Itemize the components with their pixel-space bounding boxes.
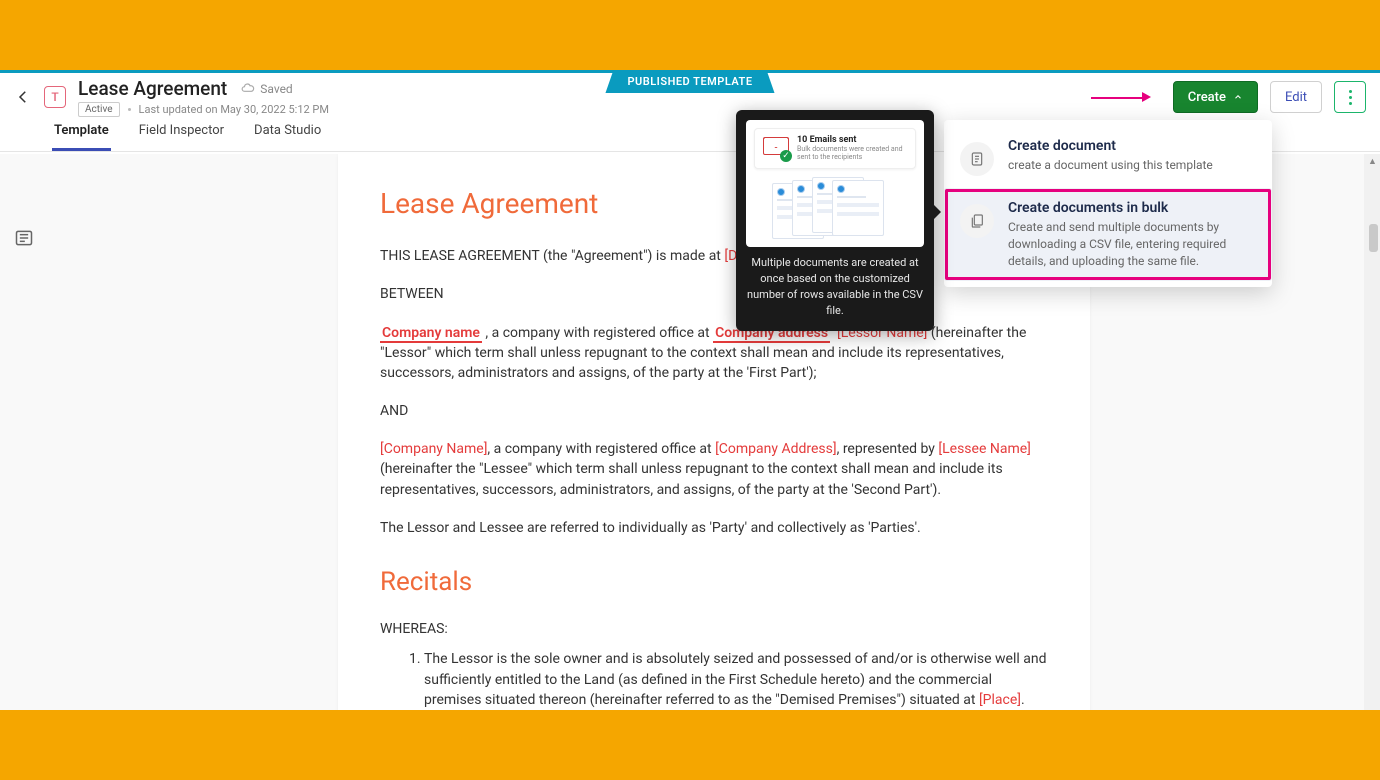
edit-button-label: Edit	[1285, 90, 1307, 105]
placeholder-lessee-name[interactable]: [Lessee Name]	[938, 441, 1030, 457]
doc-lessee-clause: [Company Name], a company with registere…	[380, 439, 1048, 499]
meta-dot	[128, 108, 131, 111]
back-arrow-icon[interactable]	[14, 88, 32, 106]
saved-indicator: Saved	[241, 82, 292, 96]
page-title: Lease Agreement	[78, 77, 227, 100]
annotation-arrow	[1091, 87, 1151, 107]
cloud-saved-icon	[241, 82, 255, 96]
tooltip-body-text: Multiple documents are created at once b…	[746, 255, 924, 319]
tooltip-emails-sent-banner: ✓ 10 Emails sent Bulk documents were cre…	[754, 128, 916, 169]
meta-row: Active Last updated on May 30, 2022 5:12…	[78, 102, 329, 117]
scroll-up-arrow-icon[interactable]: ▲	[1368, 156, 1377, 167]
menu-item-title: Create documents in bulk	[1008, 200, 1256, 216]
tab-data-studio[interactable]: Data Studio	[252, 123, 323, 151]
panel-toggle-icon[interactable]	[10, 224, 38, 252]
doc-parties-line: The Lessor and Lessee are referred to in…	[380, 518, 1048, 538]
tooltip-promo-title: 10 Emails sent	[797, 135, 907, 145]
title-block: Lease Agreement Saved Active Last update…	[78, 77, 329, 117]
create-dropdown: Create document create a document using …	[944, 120, 1272, 287]
tooltip-doc-stack-icon	[754, 177, 916, 239]
placeholder-place[interactable]: [Place]	[979, 692, 1021, 708]
menu-item-create-bulk[interactable]: Create documents in bulk Create and send…	[944, 188, 1272, 281]
menu-item-title: Create document	[1008, 138, 1213, 154]
doc-between: BETWEEN	[380, 284, 1048, 304]
doc-lessor-clause: Company name , a company with registered…	[380, 323, 1048, 383]
saved-label: Saved	[260, 82, 292, 96]
menu-item-create-document[interactable]: Create document create a document using …	[944, 126, 1272, 188]
tooltip-arrow-icon	[934, 205, 941, 219]
document-icon	[960, 142, 994, 176]
scrollbar-track[interactable]: ▲	[1364, 154, 1380, 710]
sidebar-left	[0, 154, 48, 710]
scroll-thumb[interactable]	[1369, 224, 1378, 252]
create-button-label: Create	[1188, 90, 1226, 105]
placeholder-company-name[interactable]: Company name	[380, 325, 482, 343]
last-updated: Last updated on May 30, 2022 5:12 PM	[139, 103, 329, 116]
tooltip-illustration: ✓ 10 Emails sent Bulk documents were cre…	[746, 120, 924, 247]
template-type-badge: T	[44, 86, 66, 108]
create-button[interactable]: Create	[1173, 81, 1258, 113]
edit-button[interactable]: Edit	[1270, 81, 1322, 113]
tab-field-inspector[interactable]: Field Inspector	[137, 123, 226, 151]
published-template-banner: PUBLISHED TEMPLATE	[605, 70, 774, 93]
chevron-up-icon	[1233, 92, 1243, 102]
documents-stack-icon	[960, 204, 994, 238]
doc-heading-2: Recitals	[380, 564, 1048, 601]
recital-item-1: The Lessor is the sole owner and is abso…	[424, 649, 1048, 709]
menu-item-desc: Create and send multiple documents by do…	[1008, 219, 1256, 269]
tab-template[interactable]: Template	[52, 123, 111, 151]
envelope-check-icon: ✓	[763, 137, 789, 159]
placeholder-company-address-2[interactable]: [Company Address]	[715, 441, 837, 457]
placeholder-company-name-2[interactable]: [Company Name]	[380, 441, 487, 457]
doc-whereas: WHEREAS:	[380, 619, 1048, 639]
doc-and: AND	[380, 401, 1048, 421]
bulk-create-tooltip: ✓ 10 Emails sent Bulk documents were cre…	[736, 110, 934, 331]
status-pill: Active	[78, 102, 120, 117]
more-options-button[interactable]	[1334, 81, 1366, 113]
tooltip-promo-desc: Bulk documents were created and sent to …	[797, 145, 907, 162]
menu-item-desc: create a document using this template	[1008, 157, 1213, 174]
recitals-list: The Lessor is the sole owner and is abso…	[380, 649, 1048, 709]
